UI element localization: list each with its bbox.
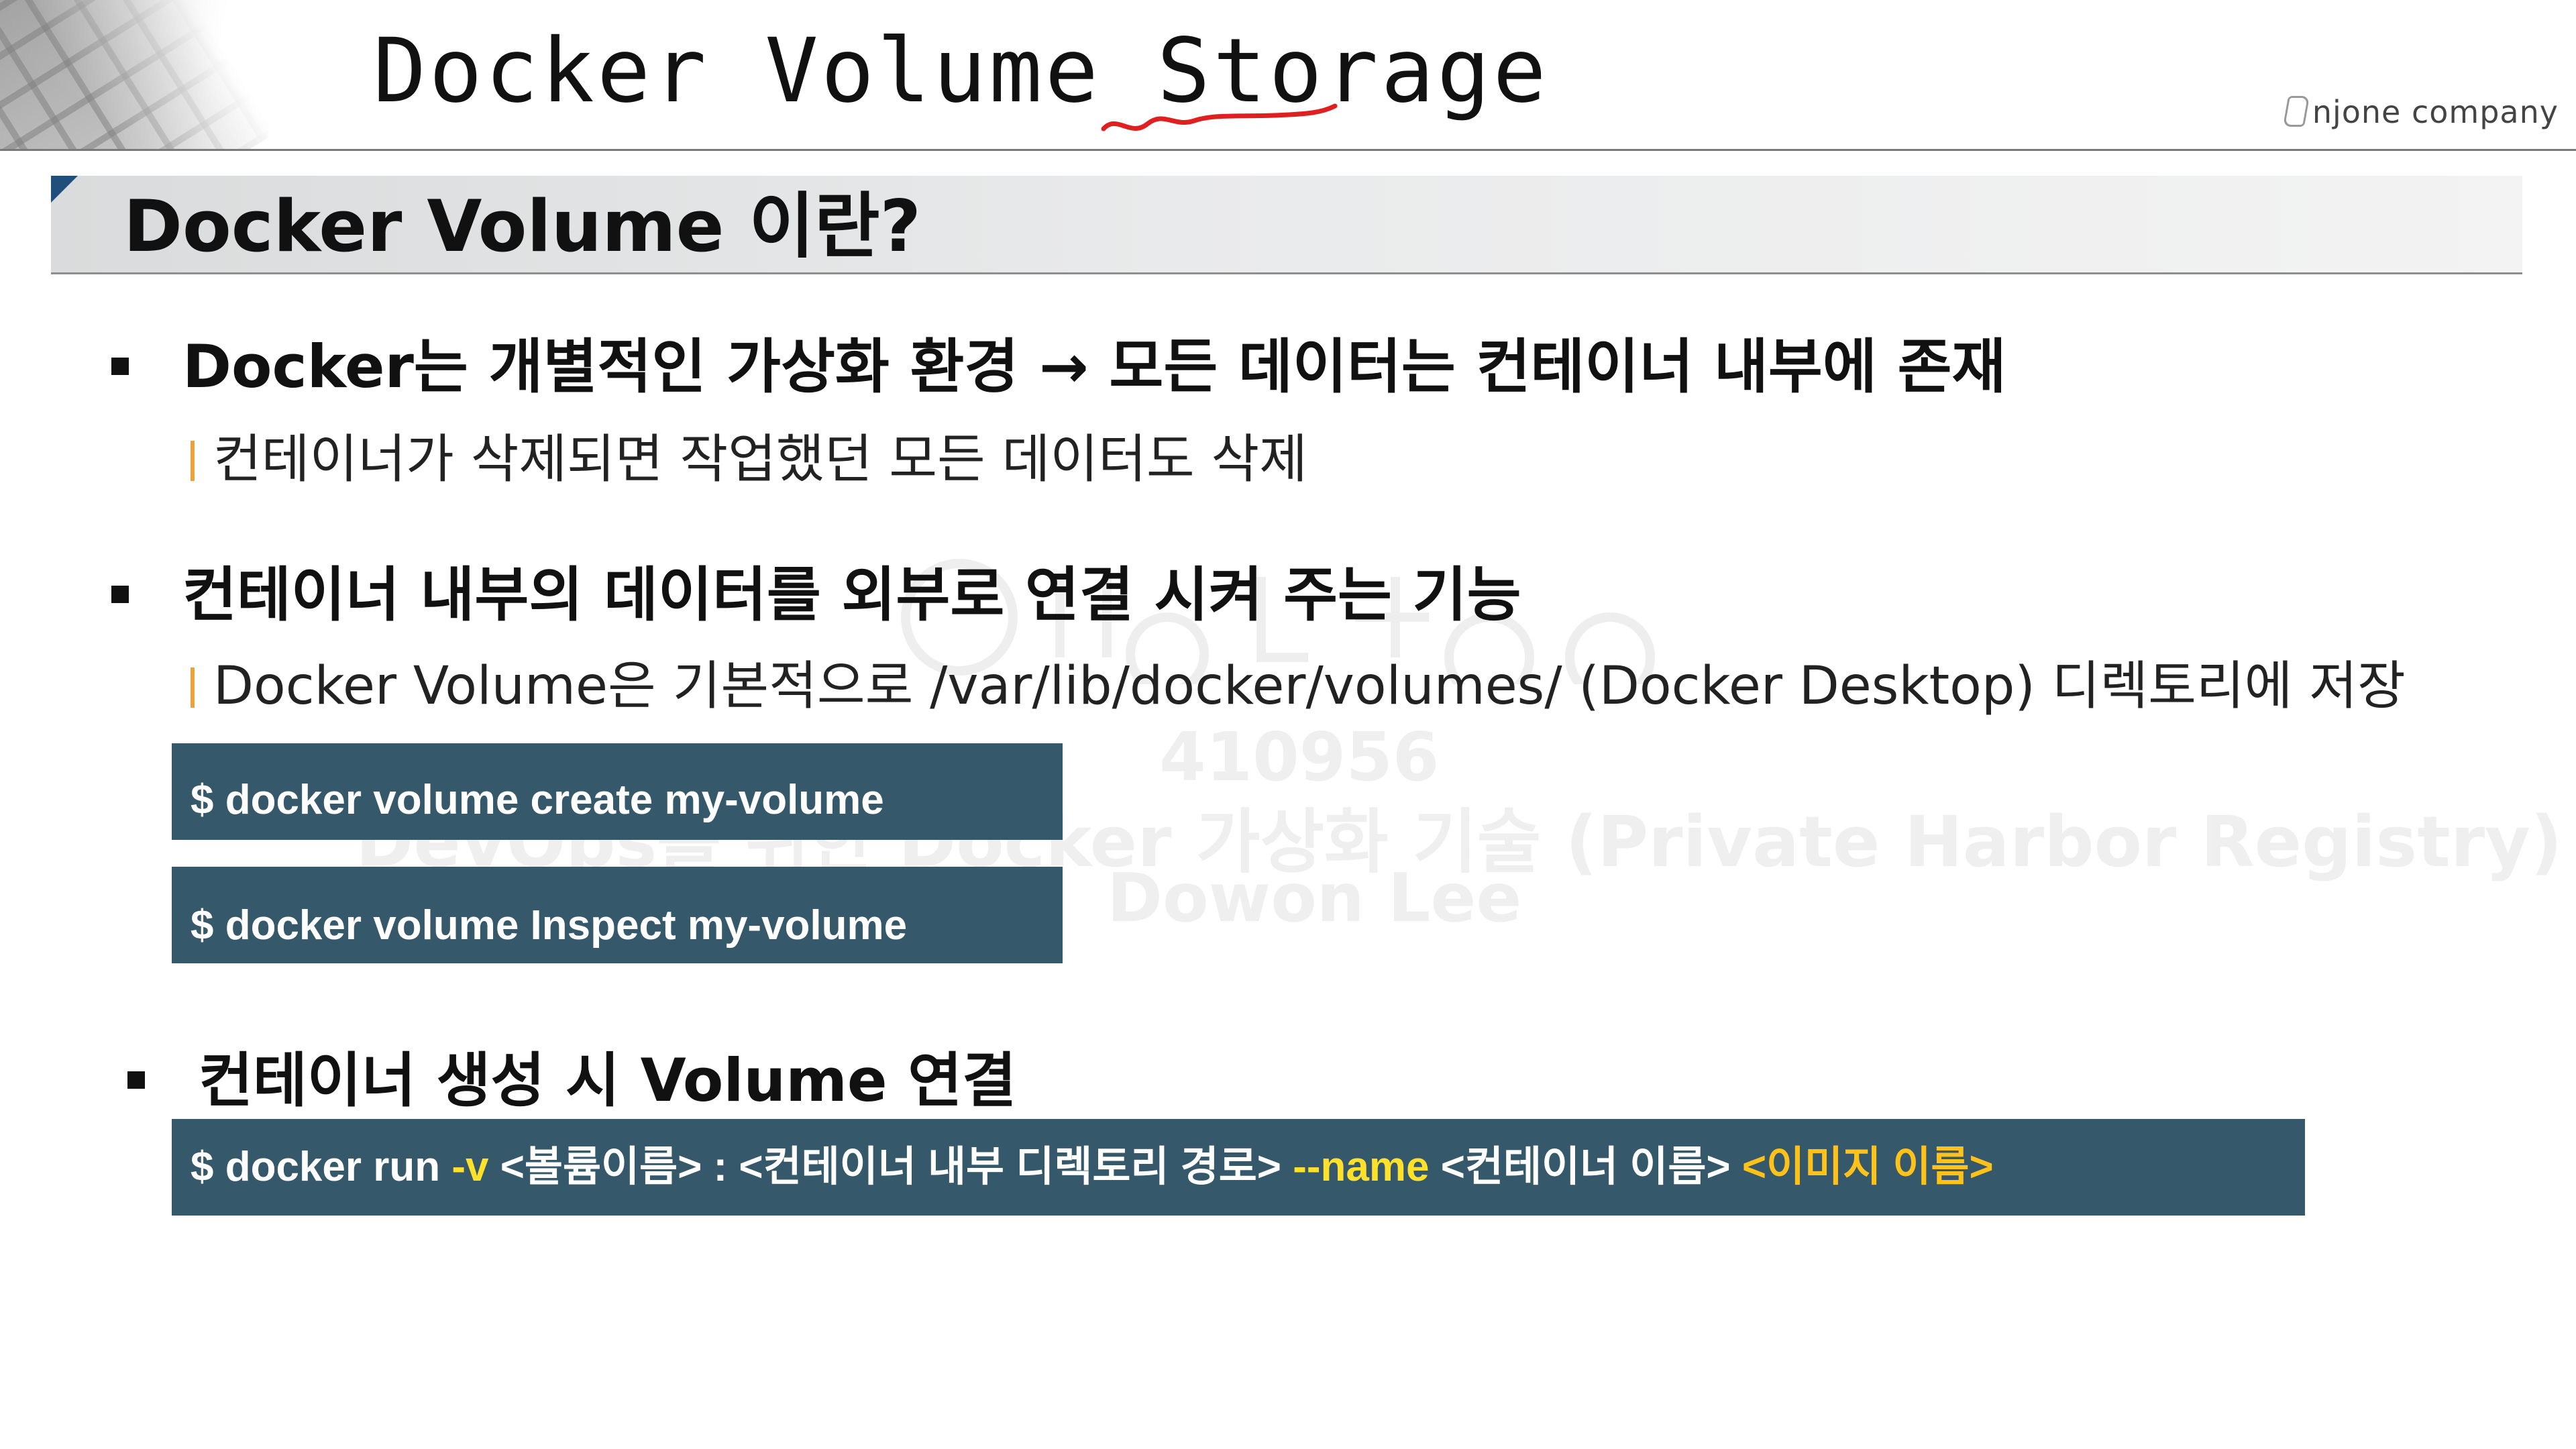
bullet-square-icon: [111, 586, 129, 603]
code-image-part: <이미지 이름>: [1741, 1144, 1994, 1190]
section-corner-accent: [51, 176, 78, 203]
code-text: $ docker volume Inspect my-volume: [191, 902, 908, 949]
sub-point-text: Docker Volume은 기본적으로 /var/lib/docker/vol…: [213, 656, 2406, 716]
bullet-square-icon: [111, 358, 129, 375]
code-run-prefix: $ docker run: [191, 1144, 452, 1190]
bullet-square-icon: [127, 1071, 145, 1089]
header-divider: [0, 149, 2576, 151]
bullet-docker-isolation: Docker는 개별적인 가상화 환경 → 모든 데이터는 컨테이너 내부에 존…: [111, 319, 2006, 405]
sub-point-text: 컨테이너가 삭제되면 작업했던 모든 데이터도 삭제: [213, 429, 1307, 490]
bullet-text: 컨테이너 내부의 데이터를 외부로 연결 시켜 주는 기능: [182, 560, 1521, 629]
code-flag-v: -v: [451, 1144, 489, 1190]
red-underline-annotation: [1101, 103, 1338, 131]
slide-header: Docker Volume Storage njone company: [0, 0, 2576, 151]
brand-name: njone company: [2312, 94, 2559, 130]
code-text: $ docker volume create my-volume: [191, 777, 884, 823]
company-brand: njone company: [2282, 94, 2559, 130]
bullet-text: Docker는 개별적인 가상화 환경 → 모든 데이터는 컨테이너 내부에 존…: [182, 332, 2006, 401]
sub-bullet-bar-icon: [191, 441, 195, 481]
brand-logo-icon: [2282, 96, 2310, 127]
slide-title: Docker Volume Storage: [373, 19, 1549, 123]
bullet-external-link: 컨테이너 내부의 데이터를 외부로 연결 시켜 주는 기능: [111, 547, 1521, 633]
bullet-volume-attach: 컨테이너 생성 시 Volume 연결: [127, 1033, 1016, 1118]
code-flag-name: --name: [1293, 1144, 1430, 1190]
sub-point-volume-path: Docker Volume은 기본적으로 /var/lib/docker/vol…: [191, 644, 2406, 719]
code-volume-inspect: $ docker volume Inspect my-volume: [172, 867, 1063, 963]
code-name-part: <컨테이너 이름>: [1429, 1144, 1742, 1190]
bullet-text: 컨테이너 생성 시 Volume 연결: [199, 1046, 1017, 1115]
code-volume-create: $ docker volume create my-volume: [172, 743, 1063, 840]
section-title: Docker Volume 이란?: [123, 185, 921, 268]
keyboard-decoration-image: [0, 0, 268, 149]
code-docker-run: $ docker run -v <볼륨이름> : <컨테이너 내부 디렉토리 경…: [172, 1119, 2305, 1216]
sub-point-deletion: 컨테이너가 삭제되면 작업했던 모든 데이터도 삭제: [191, 417, 1307, 492]
code-volume-part: <볼륨이름> : <컨테이너 내부 디렉토리 경로>: [488, 1144, 1293, 1190]
sub-bullet-bar-icon: [191, 667, 195, 708]
watermark-author: Dowon Lee: [1107, 859, 1522, 937]
